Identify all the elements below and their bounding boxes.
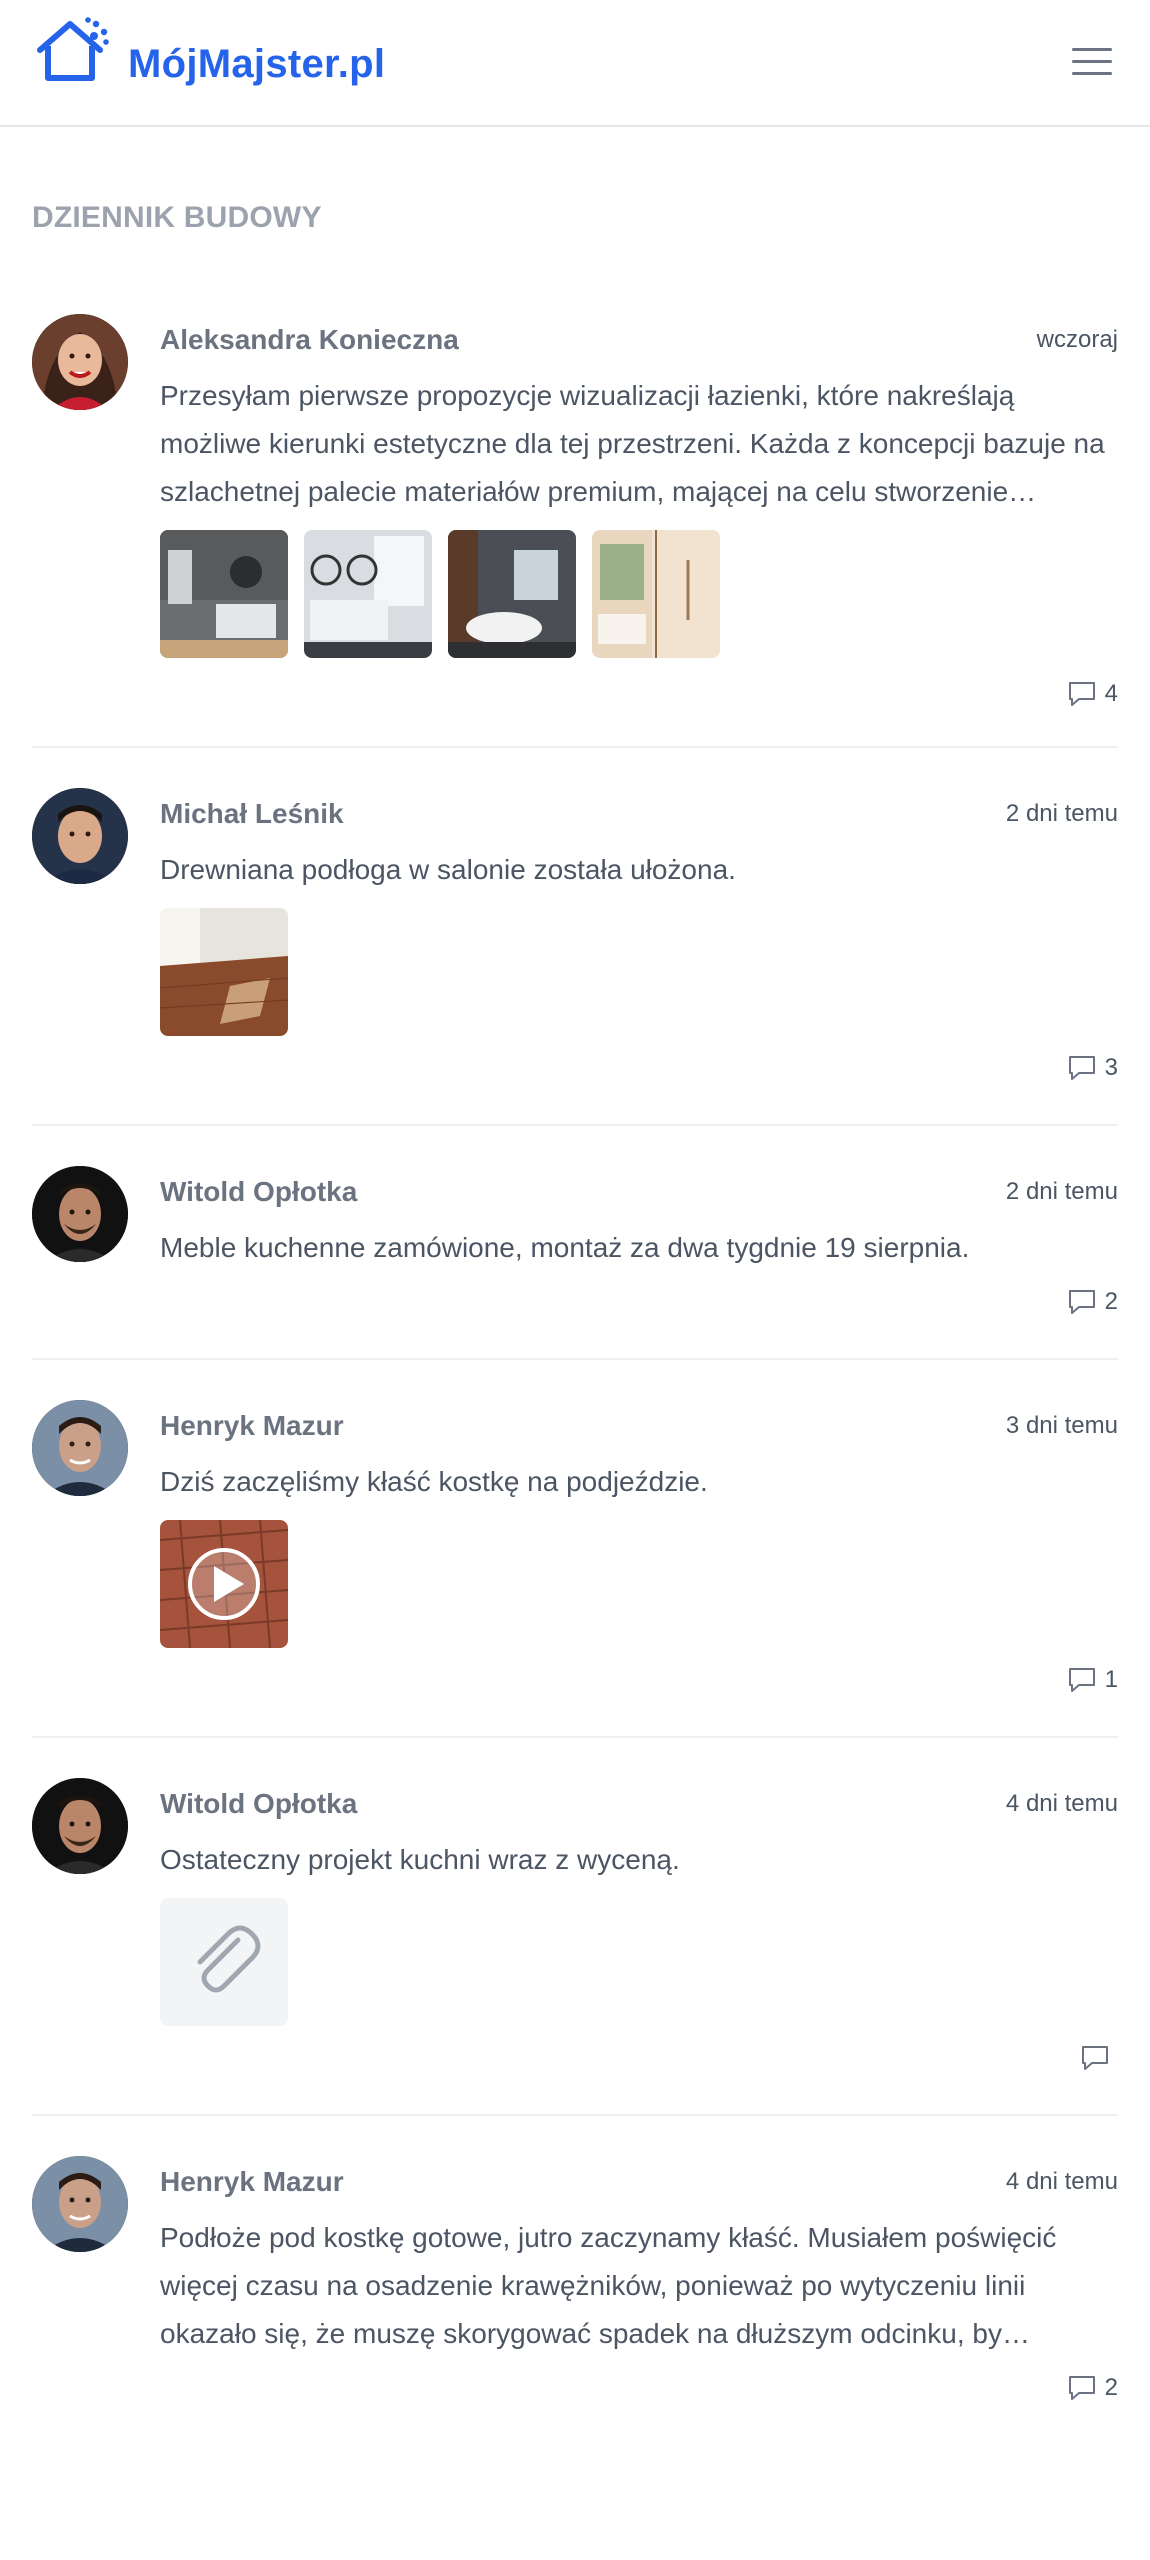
timestamp: 2 dni temu [1005, 1178, 1118, 1205]
timestamp: 2 dni temu [1005, 800, 1118, 827]
entry-text[interactable]: Podłoże pod kostkę gotowe, jutro zaczyna… [160, 2214, 1118, 2358]
hamburger-menu-icon[interactable] [1072, 48, 1112, 80]
author-name[interactable]: Witold Opłotka [160, 1176, 357, 1208]
log-entry: Witold Opłotka 2 dni temu Meble kuchenne… [32, 1166, 1118, 1360]
house-icon[interactable] [34, 14, 110, 84]
bathroom-photo-thumbnail[interactable] [448, 530, 576, 658]
log-entry: Henryk Mazur 4 dni temu Podłoże pod kost… [32, 2156, 1118, 2416]
attachments [160, 908, 288, 1036]
app-header: MójMajster.pl [0, 0, 1150, 127]
log-entry: Aleksandra Konieczna wczoraj Przesyłam p… [32, 314, 1118, 748]
avatar[interactable] [32, 1778, 128, 1874]
log-entry: Witold Opłotka 4 dni temu Ostateczny pro… [32, 1778, 1118, 2116]
author-name[interactable]: Aleksandra Konieczna [160, 324, 459, 356]
page-title: DZIENNIK BUDOWY [32, 201, 322, 234]
comments-button[interactable]: 3 [1067, 1054, 1118, 1082]
paving-video-thumbnail[interactable] [160, 1520, 288, 1648]
entry-text[interactable]: Ostateczny projekt kuchni wraz z wyceną. [160, 1836, 1118, 1884]
comment-count: 3 [1104, 1054, 1118, 1081]
timestamp: wczoraj [1036, 326, 1118, 353]
comment-icon [1082, 2046, 1108, 2070]
logo-text[interactable]: MójMajster.pl [128, 40, 385, 88]
comment-icon [1068, 1056, 1095, 1080]
comment-count: 2 [1104, 1288, 1118, 1315]
entry-text[interactable]: Meble kuchenne zamówione, montaż za dwa … [160, 1224, 1118, 1272]
author-name[interactable]: Henryk Mazur [160, 1410, 344, 1442]
entry-text[interactable]: Przesyłam pierwsze propozycje wizualizac… [160, 372, 1118, 516]
comment-icon [1068, 682, 1095, 706]
comments-button[interactable]: 2 [1067, 1288, 1118, 1316]
attachments [160, 530, 720, 658]
file-attachment[interactable] [160, 1898, 288, 2026]
log-entry: Henryk Mazur 3 dni temu Dziś zaczęliśmy … [32, 1400, 1118, 1738]
avatar[interactable] [32, 788, 128, 884]
paperclip-icon [197, 1925, 261, 1993]
log-entry: Michał Leśnik 2 dni temu Drewniana podło… [32, 788, 1118, 1126]
timestamp: 4 dni temu [1005, 1790, 1118, 1817]
avatar[interactable] [32, 2156, 128, 2252]
entry-text[interactable]: Drewniana podłoga w salonie została ułoż… [160, 846, 1118, 894]
timestamp: 4 dni temu [1005, 2168, 1118, 2195]
avatar[interactable] [32, 1400, 128, 1496]
timestamp: 3 dni temu [1005, 1412, 1118, 1439]
avatar[interactable] [32, 1166, 128, 1262]
comment-icon [1068, 1290, 1095, 1314]
comments-button[interactable]: 2 [1067, 2374, 1118, 2402]
comment-icon [1068, 2376, 1095, 2400]
bathroom-photo-thumbnail[interactable] [160, 530, 288, 658]
avatar[interactable] [32, 314, 128, 410]
author-name[interactable]: Henryk Mazur [160, 2166, 344, 2198]
comment-count: 1 [1104, 1666, 1118, 1693]
author-name[interactable]: Witold Opłotka [160, 1788, 357, 1820]
bathroom-photo-thumbnail[interactable] [592, 530, 720, 658]
comments-button[interactable] [1080, 2044, 1118, 2072]
attachments [160, 1520, 288, 1648]
comment-count: 2 [1104, 2374, 1118, 2401]
comment-icon [1068, 1668, 1095, 1692]
entry-text[interactable]: Dziś zaczęliśmy kłaść kostkę na podjeźdz… [160, 1458, 1118, 1506]
comments-button[interactable]: 1 [1067, 1666, 1118, 1694]
attachments [160, 1898, 288, 2026]
bathroom-photo-thumbnail[interactable] [304, 530, 432, 658]
comments-button[interactable]: 4 [1067, 680, 1118, 708]
wooden-floor-photo-thumbnail[interactable] [160, 908, 288, 1036]
author-name[interactable]: Michał Leśnik [160, 798, 344, 830]
comment-count: 4 [1104, 680, 1118, 707]
